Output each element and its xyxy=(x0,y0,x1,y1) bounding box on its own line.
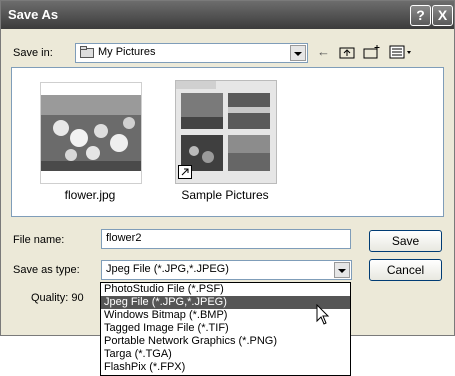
flower-thumbnail xyxy=(41,83,141,183)
file-list-view[interactable]: flower.jpg Sample Pictures xyxy=(11,67,444,217)
folder-name-sample-pictures: Sample Pictures xyxy=(181,188,269,202)
file-name-label: File name: xyxy=(13,234,65,246)
new-folder-icon[interactable] xyxy=(363,44,381,62)
save-as-type-label: Save as type: xyxy=(13,264,80,276)
save-as-type-dropdown-list[interactable]: PhotoStudio File (*.PSF) Jpeg File (*.JP… xyxy=(100,282,351,376)
back-arrow-icon[interactable]: ← xyxy=(317,44,330,59)
folder-item-sample-pictures[interactable] xyxy=(175,80,277,184)
dropdown-option[interactable]: Targa (*.TGA) xyxy=(101,348,350,361)
chevron-down-icon[interactable] xyxy=(290,45,306,61)
save-as-type-value: Jpeg File (*.JPG,*.JPEG) xyxy=(106,263,229,275)
dropdown-option[interactable]: PhotoStudio File (*.PSF) xyxy=(101,283,350,296)
dropdown-option[interactable]: Portable Network Graphics (*.PNG) xyxy=(101,335,350,348)
file-name-input[interactable]: flower2 xyxy=(101,229,351,249)
chevron-down-icon[interactable] xyxy=(334,262,350,278)
help-icon[interactable]: ? xyxy=(410,5,431,26)
shortcut-icon xyxy=(178,165,192,179)
views-menu-icon[interactable] xyxy=(389,45,413,62)
pointer-cursor-icon xyxy=(316,303,330,329)
up-folder-icon[interactable] xyxy=(339,45,355,62)
quality-label: Quality: 90 xyxy=(31,292,84,304)
file-name-flower: flower.jpg xyxy=(64,188,116,202)
save-in-combo[interactable]: My Pictures xyxy=(75,43,308,63)
save-in-label: Save in: xyxy=(13,47,53,59)
save-as-type-select[interactable]: Jpeg File (*.JPG,*.JPEG) xyxy=(101,260,352,280)
dropdown-option[interactable]: FlashPix (*.FPX) xyxy=(101,361,350,374)
title-bar[interactable]: Save As ? X xyxy=(1,1,454,29)
cancel-button[interactable]: Cancel xyxy=(369,259,442,281)
save-in-value: My Pictures xyxy=(98,46,156,58)
close-icon[interactable]: X xyxy=(432,5,453,26)
save-button[interactable]: Save xyxy=(369,230,442,252)
dropdown-option[interactable]: Windows Bitmap (*.BMP) xyxy=(101,309,350,322)
dropdown-option-selected[interactable]: Jpeg File (*.JPG,*.JPEG) xyxy=(101,296,350,309)
dropdown-option[interactable]: Tagged Image File (*.TIF) xyxy=(101,322,350,335)
file-name-value: flower2 xyxy=(106,232,142,244)
folder-icon xyxy=(80,46,94,58)
window-title: Save As xyxy=(8,7,59,22)
file-item-flower[interactable] xyxy=(40,82,142,184)
